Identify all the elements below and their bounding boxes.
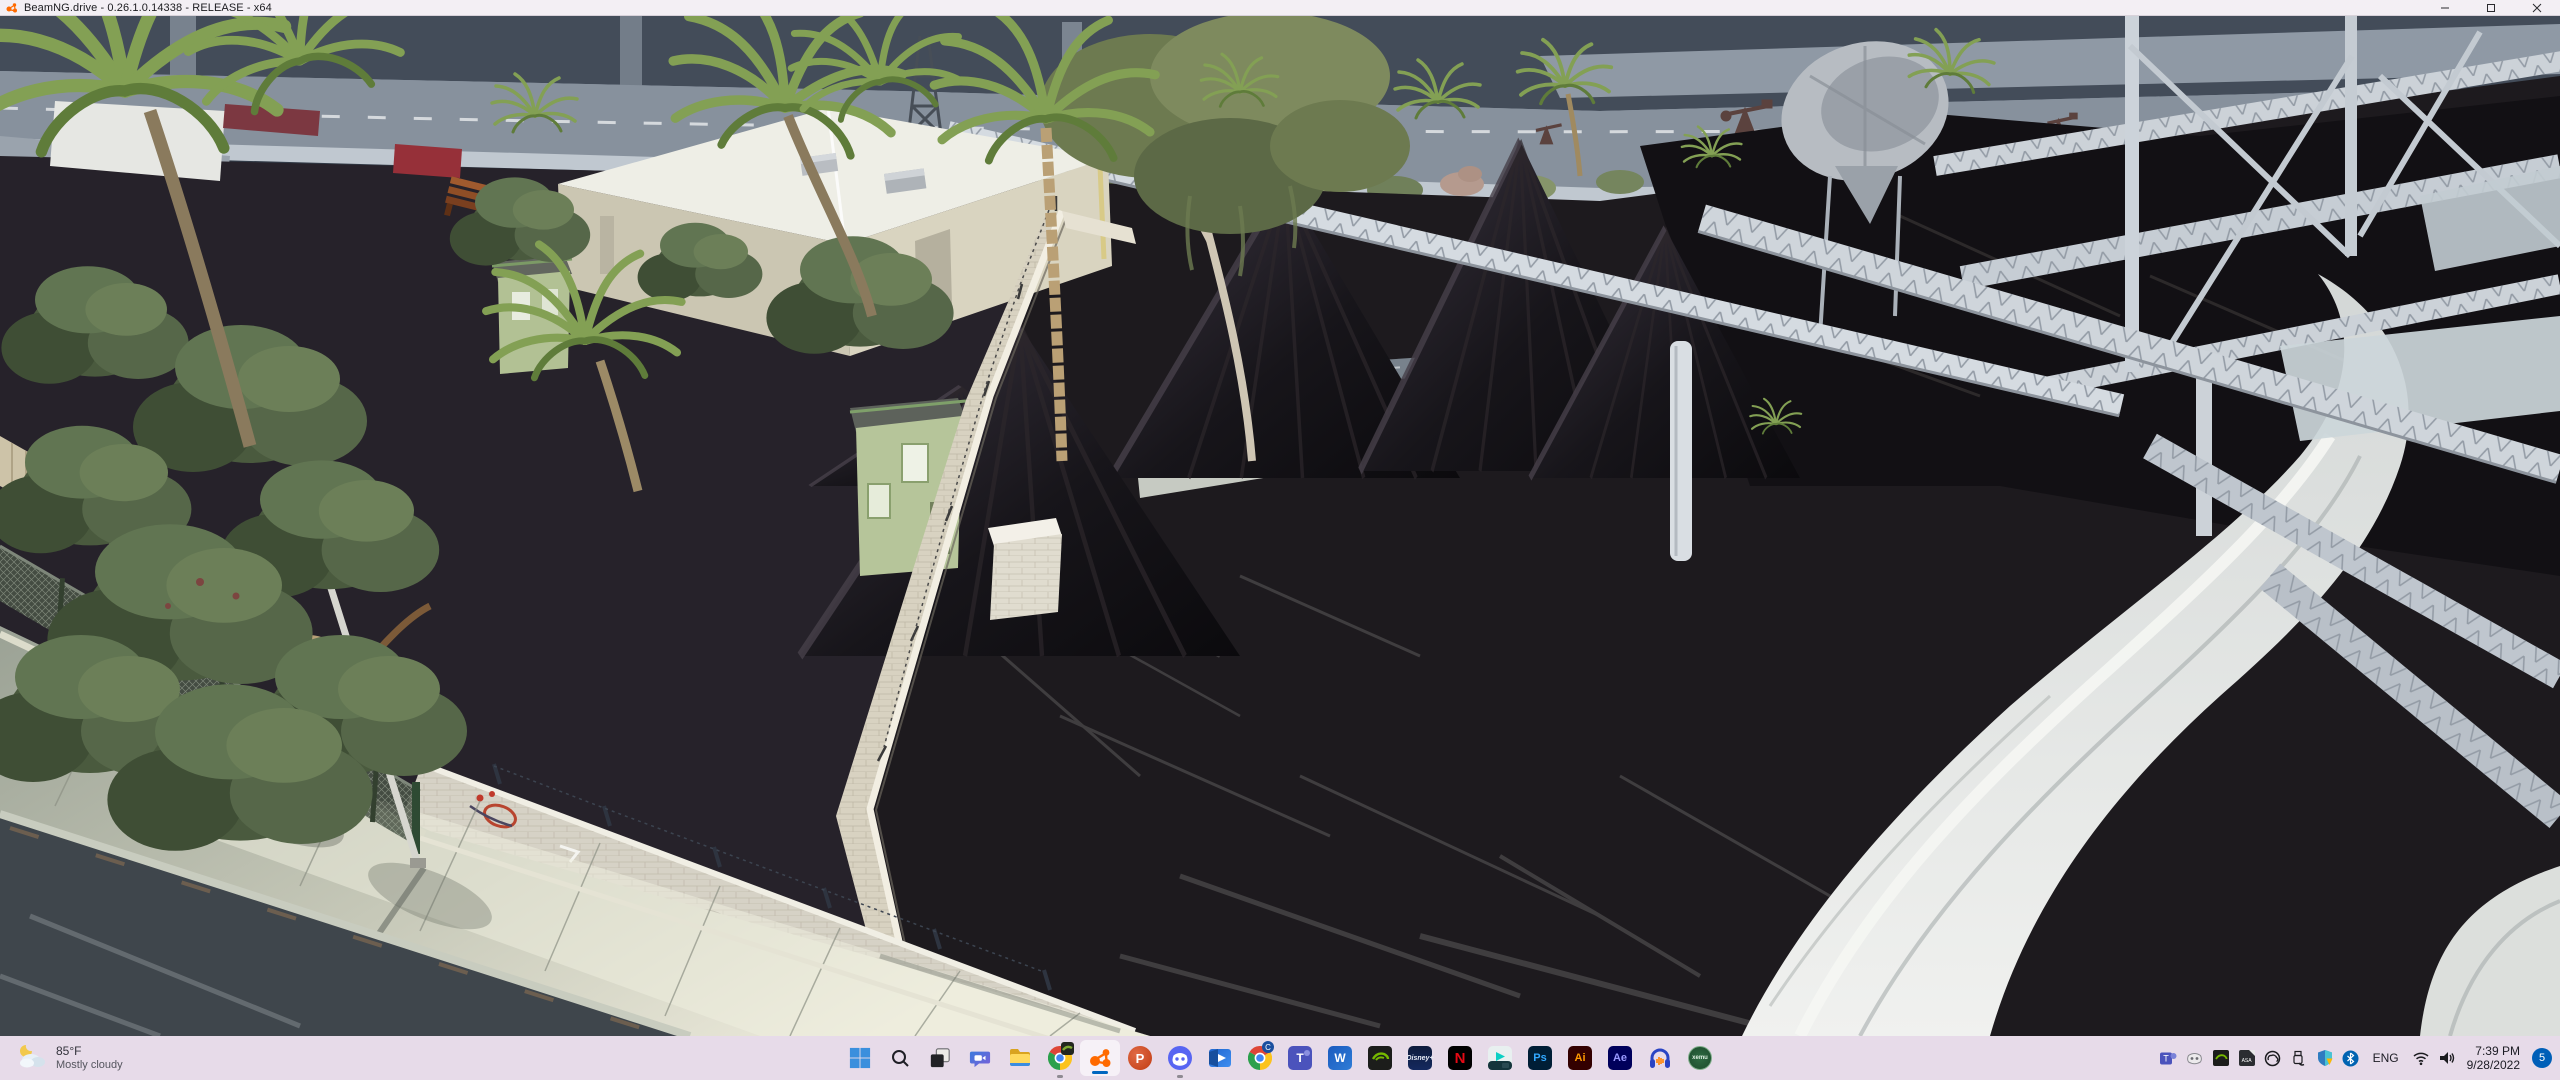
taskbar-app-powerpoint[interactable]: P xyxy=(1120,1036,1160,1080)
taskbar-app-chrome[interactable] xyxy=(1040,1036,1080,1080)
asa-tray-icon: ASA xyxy=(2239,1050,2255,1066)
taskbar-app-chrome-profile[interactable]: C xyxy=(1240,1036,1280,1080)
game-viewport[interactable]: .fr{stroke:#83a054;stroke-width:7;fill:n… xyxy=(0,16,2560,1036)
wifi-icon xyxy=(2412,1049,2430,1067)
security-shield-tray-icon xyxy=(2316,1049,2334,1067)
language-indicator[interactable]: ENG xyxy=(2365,1051,2407,1065)
window-titlebar[interactable]: BeamNG.drive - 0.26.1.0.14338 - RELEASE … xyxy=(0,0,2560,16)
beamng-logo-icon xyxy=(6,2,18,14)
taskbar-app-illustrator[interactable]: Ai xyxy=(1560,1036,1600,1080)
volume-icon xyxy=(2438,1049,2456,1067)
task-view-button[interactable] xyxy=(920,1036,960,1080)
netflix-icon: N xyxy=(1448,1046,1472,1070)
teams-tray-icon: T xyxy=(2160,1050,2177,1067)
taskbar-clock[interactable]: 7:39 PM 9/28/2022 xyxy=(2461,1044,2526,1073)
moon-cloud-icon xyxy=(18,1043,48,1073)
bluetooth-tray-icon xyxy=(2342,1050,2359,1067)
running-indicator xyxy=(1057,1075,1063,1078)
tray-volume[interactable] xyxy=(2435,1038,2459,1078)
start-button[interactable] xyxy=(840,1036,880,1080)
tray-discord[interactable] xyxy=(2183,1038,2207,1078)
chat-icon xyxy=(969,1047,991,1069)
taskbar-app-word[interactable]: W xyxy=(1320,1036,1360,1080)
tray-creative-cloud[interactable] xyxy=(2261,1038,2285,1078)
tray-bluetooth[interactable] xyxy=(2339,1038,2363,1078)
beamng-icon xyxy=(1088,1046,1112,1070)
taskbar-app-teams[interactable]: T xyxy=(1280,1036,1320,1080)
search-button[interactable] xyxy=(880,1036,920,1080)
discord-tray-icon xyxy=(2186,1050,2203,1067)
usb-eject-tray-icon xyxy=(2290,1050,2307,1067)
after-effects-icon: Ae xyxy=(1608,1046,1632,1070)
photoshop-icon: Ps xyxy=(1528,1046,1552,1070)
tray-security[interactable] xyxy=(2313,1038,2337,1078)
taskbar-app-file-explorer[interactable] xyxy=(1000,1036,1040,1080)
minimize-button[interactable] xyxy=(2422,0,2468,16)
tray-wifi[interactable] xyxy=(2409,1038,2433,1078)
tray-asa[interactable]: ASA xyxy=(2235,1038,2259,1078)
svg-text:T: T xyxy=(2163,1053,2169,1063)
tray-teams[interactable]: T xyxy=(2157,1038,2181,1078)
car-badge-icon xyxy=(1061,1042,1074,1055)
beamng-scene: .fr{stroke:#83a054;stroke-width:7;fill:n… xyxy=(0,16,2560,1036)
powerpoint-icon: P xyxy=(1128,1046,1152,1070)
teams-icon: T xyxy=(1288,1046,1312,1070)
taskbar-app-xemu[interactable]: xemu xyxy=(1680,1036,1720,1080)
nvidia-tray-icon xyxy=(2213,1050,2229,1066)
taskbar-app-beamng[interactable] xyxy=(1080,1040,1120,1076)
tray-nvidia[interactable] xyxy=(2209,1038,2233,1078)
system-tray: T ASA xyxy=(2157,1036,2552,1080)
file-explorer-icon xyxy=(1008,1046,1032,1070)
clock-date: 9/28/2022 xyxy=(2467,1058,2520,1072)
xemu-icon: xemu xyxy=(1688,1046,1712,1070)
chat-button[interactable] xyxy=(960,1036,1000,1080)
tray-usb[interactable] xyxy=(2287,1038,2311,1078)
filmora-icon xyxy=(1488,1046,1512,1070)
weather-temperature: 85°F xyxy=(56,1045,123,1059)
illustrator-icon: Ai xyxy=(1568,1046,1592,1070)
close-button[interactable] xyxy=(2514,0,2560,16)
taskbar-app-after-effects[interactable]: Ae xyxy=(1600,1036,1640,1080)
task-view-icon xyxy=(929,1047,951,1069)
taskbar-app-disney-plus[interactable]: Disney+ xyxy=(1400,1036,1440,1080)
taskbar-app-nvidia[interactable] xyxy=(1360,1036,1400,1080)
clock-time: 7:39 PM xyxy=(2475,1044,2520,1058)
taskbar-app-photoshop[interactable]: Ps xyxy=(1520,1036,1560,1080)
windows-logo-icon xyxy=(849,1047,871,1069)
wall-block xyxy=(988,518,1062,620)
notification-badge[interactable]: 5 xyxy=(2532,1048,2552,1068)
taskbar-center: P C xyxy=(840,1036,1720,1080)
weather-condition: Mostly cloudy xyxy=(56,1059,123,1072)
taskbar-app-filmora[interactable] xyxy=(1480,1036,1520,1080)
taskbar-app-movies-tv[interactable] xyxy=(1200,1036,1240,1080)
taskbar-app-audacity[interactable] xyxy=(1640,1036,1680,1080)
nvidia-icon xyxy=(1368,1046,1392,1070)
creative-cloud-tray-icon xyxy=(2264,1050,2281,1067)
maximize-button[interactable] xyxy=(2468,0,2514,16)
window-title: BeamNG.drive - 0.26.1.0.14338 - RELEASE … xyxy=(24,2,272,14)
discord-icon xyxy=(1168,1046,1192,1070)
disney-plus-icon: Disney+ xyxy=(1408,1046,1432,1070)
windows-taskbar: 85°F Mostly cloudy xyxy=(0,1036,2560,1080)
weather-widget[interactable]: 85°F Mostly cloudy xyxy=(10,1036,131,1080)
search-icon xyxy=(890,1048,910,1068)
word-icon: W xyxy=(1328,1046,1352,1070)
active-indicator xyxy=(1092,1071,1108,1074)
taskbar-app-netflix[interactable]: N xyxy=(1440,1036,1480,1080)
audacity-icon xyxy=(1648,1046,1672,1070)
profile-badge: C xyxy=(1262,1041,1274,1053)
movies-tv-icon xyxy=(1208,1046,1232,1070)
taskbar-app-discord[interactable] xyxy=(1160,1036,1200,1080)
running-indicator xyxy=(1177,1075,1183,1078)
